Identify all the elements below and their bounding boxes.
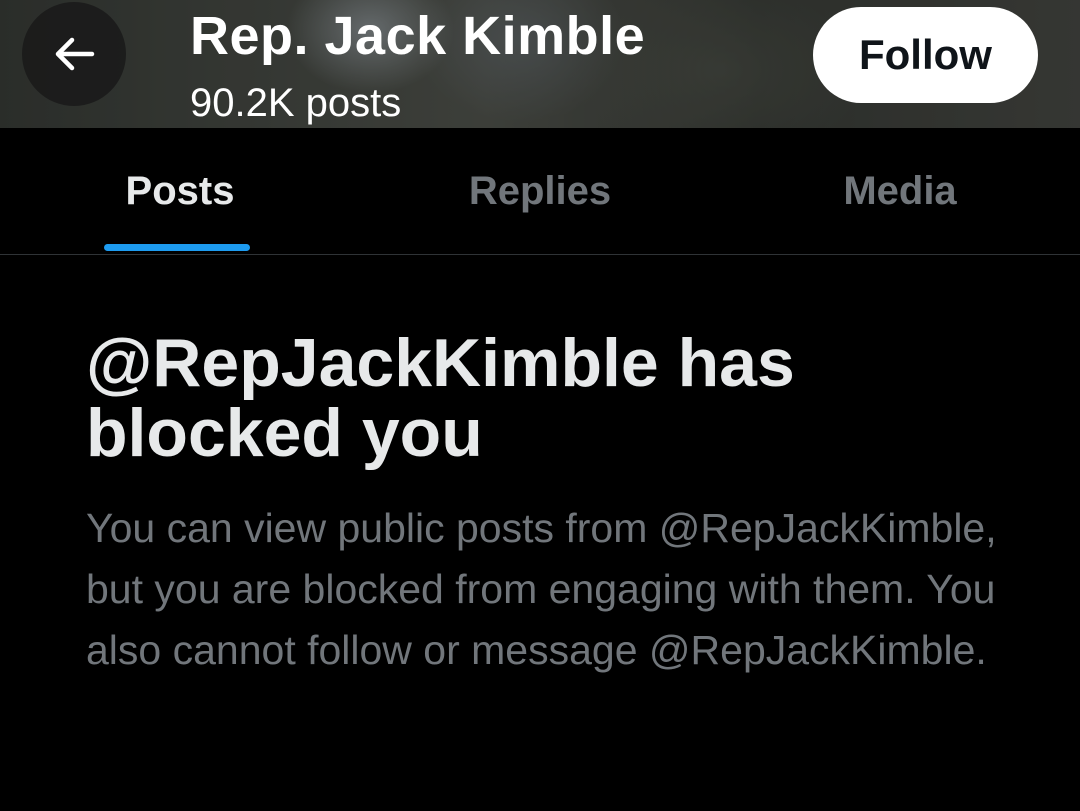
follow-button[interactable]: Follow — [813, 7, 1038, 103]
back-button[interactable] — [22, 2, 126, 106]
profile-screen: Rep. Jack Kimble 90.2K posts Follow Post… — [0, 0, 1080, 811]
tab-media[interactable]: Media — [720, 128, 1080, 254]
blocked-description: You can view public posts from @RepJackK… — [86, 505, 997, 673]
profile-name: Rep. Jack Kimble — [190, 6, 646, 66]
tab-replies[interactable]: Replies — [360, 128, 720, 254]
active-tab-indicator — [104, 244, 250, 251]
profile-tabs: Posts Replies Media — [0, 128, 1080, 255]
blocked-title: @RepJackKimble has blocked you — [86, 325, 795, 471]
profile-header-banner: Rep. Jack Kimble 90.2K posts Follow — [0, 0, 1080, 128]
arrow-left-icon — [50, 30, 98, 78]
blocked-notice: @RepJackKimble has blocked you You can v… — [86, 328, 1046, 681]
posts-count: 90.2K posts — [190, 81, 402, 125]
tab-posts[interactable]: Posts — [0, 128, 360, 254]
